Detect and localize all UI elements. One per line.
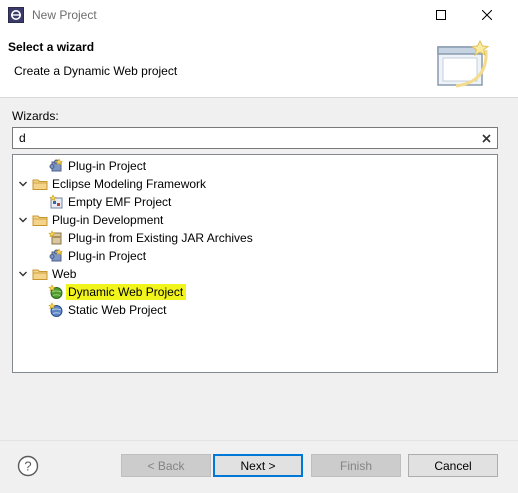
clear-filter-button[interactable]: [479, 131, 493, 145]
tree-item[interactable]: Plug-in Development: [13, 211, 497, 229]
eclipse-app-icon: [8, 7, 24, 23]
tree-item-label: Plug-in Development: [52, 213, 164, 227]
next-button[interactable]: Next >: [213, 454, 303, 477]
window-title: New Project: [32, 8, 97, 22]
close-window-button[interactable]: [464, 0, 510, 30]
tree-item[interactable]: Dynamic Web Project: [13, 283, 497, 301]
tree-item[interactable]: Static Web Project: [13, 301, 497, 319]
dynamic-web-project-icon: [48, 284, 64, 300]
expand-toggle-icon[interactable]: [17, 214, 29, 226]
cancel-button[interactable]: Cancel: [408, 454, 498, 477]
wizard-tree[interactable]: Plug-in Project Eclipse Modeling Framewor…: [12, 154, 498, 373]
tree-item-label: Empty EMF Project: [68, 195, 172, 209]
title-bar: New Project: [0, 0, 518, 30]
jar-plugin-icon: [48, 230, 64, 246]
new-wizard-banner-icon: [437, 39, 490, 88]
tree-item-label: Plug-in Project: [68, 159, 147, 173]
tree-item-label: Plug-in Project: [68, 249, 147, 263]
maximize-button[interactable]: [418, 0, 464, 30]
page-title: Select a wizard: [8, 40, 95, 54]
close-icon: [482, 10, 492, 20]
folder-icon: [32, 212, 48, 228]
wizard-filter-input[interactable]: [13, 128, 479, 148]
tree-item[interactable]: Plug-in Project: [13, 157, 497, 175]
wizard-filter-field[interactable]: [12, 127, 498, 149]
tree-item[interactable]: Empty EMF Project: [13, 193, 497, 211]
expand-toggle-icon[interactable]: [17, 268, 29, 280]
clear-icon: [481, 133, 491, 143]
maximize-icon: [436, 10, 446, 20]
tree-item[interactable]: Plug-in Project: [13, 247, 497, 265]
help-icon: ?: [24, 459, 31, 474]
tree-item[interactable]: Web: [13, 265, 497, 283]
finish-button[interactable]: Finish: [311, 454, 401, 477]
plugin-project-icon: [48, 158, 64, 174]
static-web-project-icon: [48, 302, 64, 318]
page-description: Create a Dynamic Web project: [14, 64, 178, 78]
tree-item-label: Dynamic Web Project: [66, 284, 187, 300]
back-button[interactable]: < Back: [121, 454, 211, 477]
footer-divider: [0, 440, 518, 441]
folder-icon: [32, 176, 48, 192]
tree-item-label: Web: [52, 267, 77, 281]
tree-item[interactable]: Eclipse Modeling Framework: [13, 175, 497, 193]
wizard-header: Select a wizard Create a Dynamic Web pro…: [0, 30, 518, 98]
tree-item[interactable]: Plug-in from Existing JAR Archives: [13, 229, 497, 247]
expand-toggle-icon[interactable]: [17, 178, 29, 190]
tree-item-label: Static Web Project: [68, 303, 167, 317]
tree-item-label: Plug-in from Existing JAR Archives: [68, 231, 253, 245]
tree-item-label: Eclipse Modeling Framework: [52, 177, 207, 191]
wizards-label: Wizards:: [12, 109, 59, 123]
plugin-project-icon: [48, 248, 64, 264]
help-button[interactable]: ?: [17, 455, 39, 477]
emf-project-icon: [48, 194, 64, 210]
folder-icon: [32, 266, 48, 282]
